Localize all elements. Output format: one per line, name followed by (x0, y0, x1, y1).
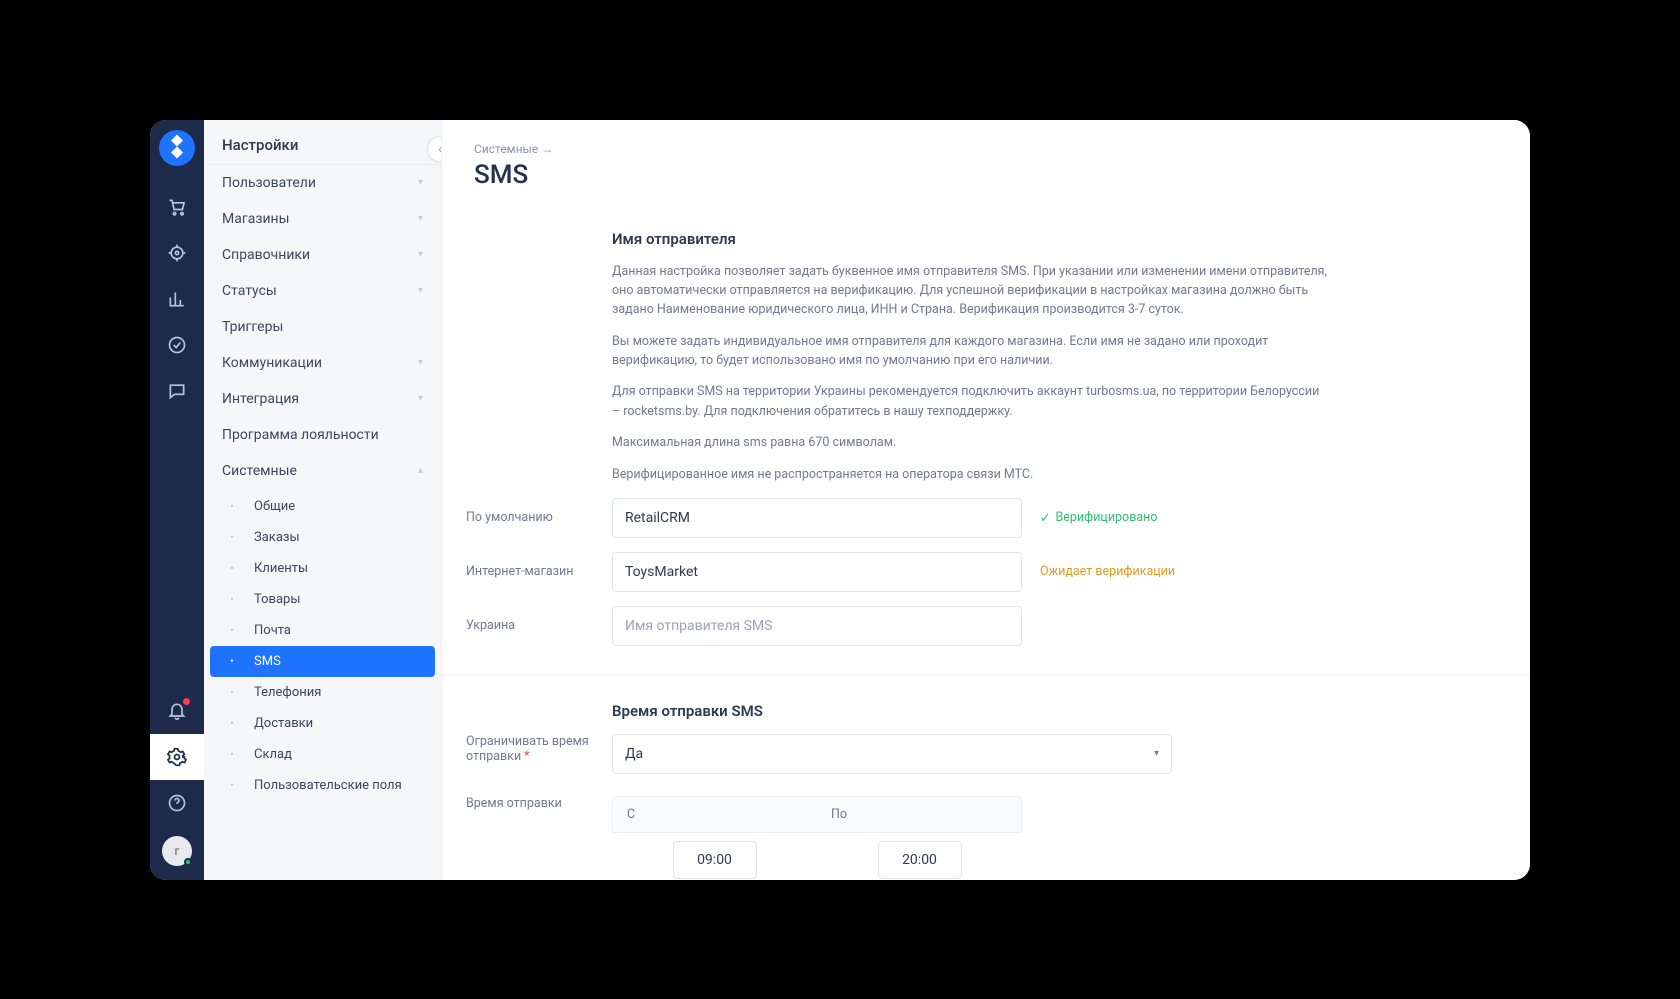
nav-label: Интеграция (222, 391, 299, 407)
label-hours: Время отправки (466, 796, 612, 811)
nav-label: Коммуникации (222, 355, 322, 371)
system-sublist: Общие Заказы Клиенты Товары Почта SMS Те… (204, 489, 441, 805)
input-sender-ukraine[interactable] (612, 606, 1022, 646)
check-circle-icon[interactable] (150, 322, 204, 368)
time-section-title: Время отправки SMS (612, 702, 1330, 720)
chevron-up-icon: ▴ (418, 465, 423, 476)
app-window: г Настройки ‹ Пользователи▾ Магазины▾ Сп… (150, 120, 1530, 880)
nav-label: Пользователи (222, 175, 316, 191)
main-content: Системные → SMS Имя отправителя Данная н… (442, 120, 1530, 880)
nav-group-communications[interactable]: Коммуникации ▾ (204, 345, 441, 381)
cart-icon[interactable] (150, 184, 204, 230)
nav-label: Системные (222, 463, 297, 479)
icon-rail: г (150, 120, 204, 880)
bell-icon[interactable] (150, 688, 204, 734)
gear-icon[interactable] (150, 734, 204, 780)
sub-item-mail[interactable]: Почта (210, 615, 435, 646)
nav-group-loyalty[interactable]: Программа лояльности (204, 417, 441, 453)
nav-label: Магазины (222, 211, 289, 227)
sub-item-sms[interactable]: SMS (210, 646, 435, 677)
nav-label: Справочники (222, 247, 310, 263)
sender-desc: Верифицированное имя не распространяется… (612, 465, 1330, 484)
time-table: С По (612, 796, 1022, 880)
select-limit[interactable]: Да ▾ (612, 734, 1172, 774)
nav-group-triggers[interactable]: Триггеры (204, 309, 441, 345)
settings-sidebar: Настройки ‹ Пользователи▾ Магазины▾ Спра… (204, 120, 442, 880)
nav-label: Статусы (222, 283, 277, 299)
status-pending: Ожидает верификации (1040, 564, 1175, 579)
sub-item-delivery[interactable]: Доставки (210, 708, 435, 739)
breadcrumb[interactable]: Системные → (442, 120, 1530, 160)
nav-label: Программа лояльности (222, 427, 379, 443)
page-title: SMS (442, 160, 1530, 206)
required-mark: * (524, 749, 529, 764)
analytics-icon[interactable] (150, 276, 204, 322)
chevron-down-icon: ▾ (418, 357, 423, 368)
input-sender-default[interactable] (612, 498, 1022, 538)
sub-item-warehouse[interactable]: Склад (210, 739, 435, 770)
label-ukraine: Украина (466, 618, 612, 633)
row-default: По умолчанию Верифицировано (612, 498, 1330, 538)
sender-section-title: Имя отправителя (612, 230, 1330, 248)
nav-group-statuses[interactable]: Статусы ▾ (204, 273, 441, 309)
row-limit: Ограничивать время отправки * Да ▾ (612, 734, 1330, 774)
sub-item-custom-fields[interactable]: Пользовательские поля (210, 770, 435, 801)
status-verified: Верифицировано (1040, 510, 1157, 526)
nav-group-integration[interactable]: Интеграция ▾ (204, 381, 441, 417)
input-time-to[interactable] (878, 841, 962, 879)
online-indicator (184, 858, 192, 866)
chevron-down-icon: ▾ (418, 177, 423, 188)
sub-item-products[interactable]: Товары (210, 584, 435, 615)
sub-item-general[interactable]: Общие (210, 491, 435, 522)
sub-item-orders[interactable]: Заказы (210, 522, 435, 553)
row-store1: Интернет-магазин Ожидает верификации (612, 552, 1330, 592)
label-default: По умолчанию (466, 510, 612, 525)
nav-group-system[interactable]: Системные ▴ (204, 453, 441, 489)
settings-header: Настройки (204, 120, 441, 165)
input-time-from[interactable] (673, 841, 757, 879)
sender-desc: Данная настройка позволяет задать буквен… (612, 262, 1330, 320)
notification-badge (183, 698, 190, 705)
sender-desc: Максимальная длина sms равна 670 символа… (612, 433, 1330, 452)
card-time: Время отправки SMS Ограничивать время от… (442, 678, 1530, 880)
sub-item-clients[interactable]: Клиенты (210, 553, 435, 584)
col-to: По (817, 797, 1021, 832)
sub-item-telephony[interactable]: Телефония (210, 677, 435, 708)
time-row (612, 833, 1022, 880)
nav-group-users[interactable]: Пользователи ▾ (204, 165, 441, 201)
caret-down-icon: ▾ (1154, 748, 1159, 759)
chevron-down-icon: ▾ (418, 249, 423, 260)
nav-group-stores[interactable]: Магазины ▾ (204, 201, 441, 237)
nav-label: Триггеры (222, 319, 283, 335)
chat-icon[interactable] (150, 368, 204, 414)
logo-icon[interactable] (159, 130, 195, 166)
chevron-down-icon: ▾ (418, 213, 423, 224)
sender-desc: Вы можете задать индивидуальное имя отпр… (612, 332, 1330, 371)
chevron-down-icon: ▾ (418, 393, 423, 404)
label-store1: Интернет-магазин (466, 564, 612, 579)
time-head: С По (612, 796, 1022, 833)
input-sender-store1[interactable] (612, 552, 1022, 592)
target-icon[interactable] (150, 230, 204, 276)
col-from: С (613, 797, 817, 832)
avatar-letter: г (174, 844, 179, 858)
nav-group-references[interactable]: Справочники ▾ (204, 237, 441, 273)
avatar[interactable]: г (162, 836, 192, 866)
chevron-down-icon: ▾ (418, 285, 423, 296)
select-value: Да (625, 746, 643, 762)
help-icon[interactable] (150, 780, 204, 826)
card-sender: Имя отправителя Данная настройка позволя… (442, 206, 1530, 676)
label-limit: Ограничивать время отправки * (466, 734, 612, 764)
sender-desc: Для отправки SMS на территории Украины р… (612, 382, 1330, 421)
row-hours: Время отправки С По (612, 796, 1330, 880)
row-ukraine: Украина (612, 606, 1330, 646)
